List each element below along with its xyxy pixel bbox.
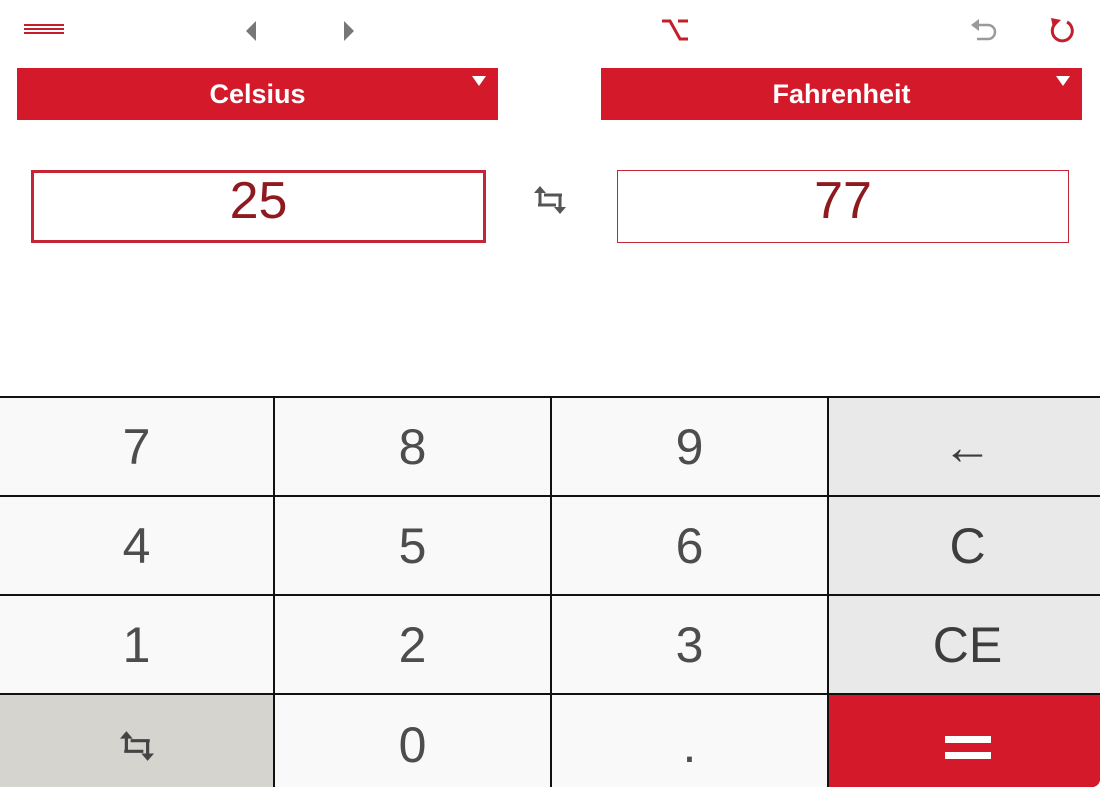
back-arrow-icon[interactable] xyxy=(238,16,264,46)
from-unit-select[interactable]: Celsius xyxy=(17,68,498,120)
from-value: 25 xyxy=(229,171,288,230)
to-unit-label: Fahrenheit xyxy=(772,78,911,109)
option-key-icon[interactable] xyxy=(658,14,692,46)
forward-arrow-icon[interactable] xyxy=(336,16,362,46)
key-4[interactable]: 4 xyxy=(0,497,273,594)
swap-units-button[interactable] xyxy=(0,695,273,787)
refresh-icon[interactable] xyxy=(1044,14,1080,48)
chevron-down-icon xyxy=(472,76,486,86)
clear-entry-button[interactable]: CE xyxy=(829,596,1100,693)
swap-arrows-icon[interactable] xyxy=(530,182,570,218)
swap-arrows-icon xyxy=(119,716,154,774)
from-value-field[interactable]: 25 xyxy=(31,170,486,243)
backspace-button[interactable]: ← xyxy=(829,398,1100,495)
to-unit-select[interactable]: Fahrenheit xyxy=(601,68,1082,120)
equals-button[interactable] xyxy=(829,695,1100,787)
key-7[interactable]: 7 xyxy=(0,398,273,495)
key-8[interactable]: 8 xyxy=(275,398,550,495)
key-5[interactable]: 5 xyxy=(275,497,550,594)
from-unit-label: Celsius xyxy=(209,78,306,109)
clear-button[interactable]: C xyxy=(829,497,1100,594)
keypad: 7 8 9 ← 4 5 6 C 1 2 3 CE 0 . xyxy=(0,396,1100,787)
key-3[interactable]: 3 xyxy=(552,596,827,693)
key-1[interactable]: 1 xyxy=(0,596,273,693)
undo-icon[interactable] xyxy=(966,14,1002,48)
equals-icon xyxy=(944,716,991,774)
decimal-button[interactable]: . xyxy=(552,695,827,787)
key-2[interactable]: 2 xyxy=(275,596,550,693)
to-value-field[interactable]: 77 xyxy=(617,170,1069,243)
key-9[interactable]: 9 xyxy=(552,398,827,495)
menu-icon[interactable] xyxy=(20,16,68,42)
chevron-down-icon xyxy=(1056,76,1070,86)
key-6[interactable]: 6 xyxy=(552,497,827,594)
to-value: 77 xyxy=(814,171,872,230)
key-0[interactable]: 0 xyxy=(275,695,550,787)
